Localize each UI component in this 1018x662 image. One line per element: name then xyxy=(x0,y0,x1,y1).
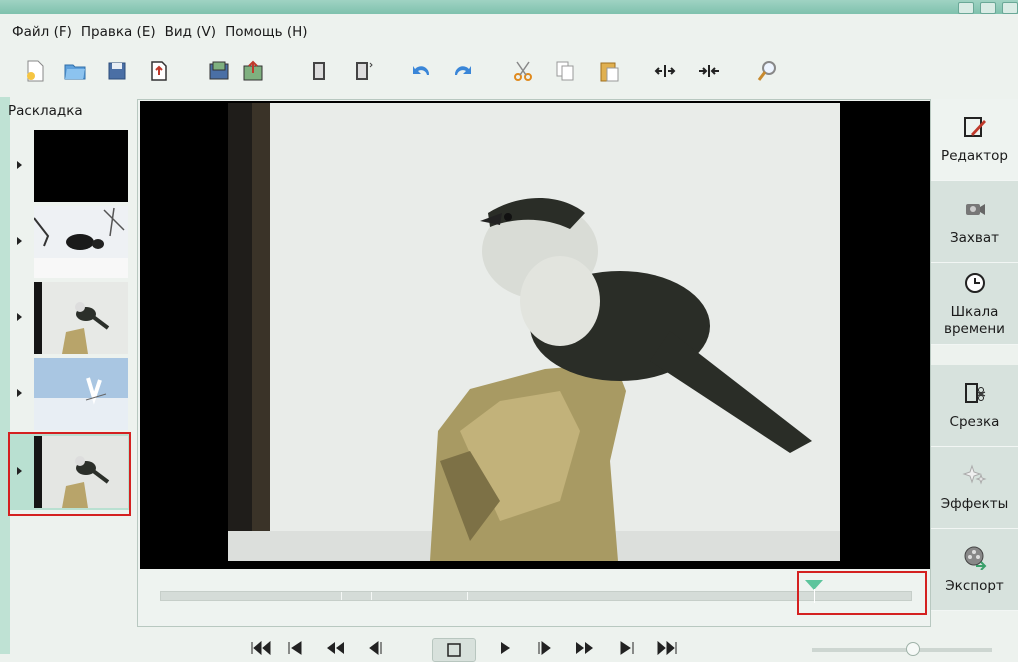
clip-thumbnail-skier xyxy=(34,358,128,430)
video-preview xyxy=(140,101,930,569)
volume-slider[interactable] xyxy=(812,648,992,652)
stop-button[interactable] xyxy=(432,638,476,662)
window-titlebar xyxy=(0,0,1018,14)
storyboard-clip[interactable] xyxy=(10,128,130,204)
scene-marker xyxy=(371,592,372,600)
playhead-highlight xyxy=(797,571,927,615)
maximize-button[interactable] xyxy=(980,2,996,14)
new-document-icon[interactable] xyxy=(22,58,48,84)
redo-icon[interactable] xyxy=(450,58,476,84)
menubar: Файл (F) Правка (E) Вид (V) Помощь (H) xyxy=(0,14,1018,50)
storyboard-label: Раскладка xyxy=(8,103,83,119)
menu-file[interactable]: Файл (F) xyxy=(12,24,72,40)
menu-help[interactable]: Помощь (H) xyxy=(225,24,308,40)
clock-icon xyxy=(962,270,988,296)
clip-thumbnail-bird xyxy=(34,282,128,354)
menu-edit[interactable]: Правка (E) xyxy=(81,24,156,40)
scene-marker xyxy=(341,592,342,600)
open-folder-icon[interactable] xyxy=(62,58,88,84)
copy-icon[interactable] xyxy=(552,58,578,84)
save-icon[interactable] xyxy=(104,58,130,84)
save-frame-icon[interactable] xyxy=(206,58,232,84)
split-scene-icon[interactable] xyxy=(306,58,332,84)
menu-view[interactable]: Вид (V) xyxy=(165,24,216,40)
clip-thumbnail-black xyxy=(34,130,128,202)
tab-timeline[interactable]: Шкала времени xyxy=(931,263,1018,345)
editor-icon xyxy=(962,114,988,140)
join-scene-icon[interactable] xyxy=(350,58,376,84)
export-icon[interactable] xyxy=(146,58,172,84)
paste-icon[interactable] xyxy=(596,58,622,84)
tab-export-label: Экспорт xyxy=(945,578,1004,594)
trim-scissors-icon xyxy=(962,380,988,406)
tab-effects[interactable]: Эффекты xyxy=(931,447,1018,529)
tab-effects-label: Эффекты xyxy=(940,496,1009,512)
export-image-icon[interactable] xyxy=(240,58,266,84)
storyboard-accent xyxy=(0,97,10,654)
contract-icon[interactable] xyxy=(696,58,722,84)
storyboard-clip[interactable] xyxy=(10,356,130,432)
scene-marker xyxy=(467,592,468,600)
cut-icon[interactable] xyxy=(510,58,536,84)
minimize-button[interactable] xyxy=(958,2,974,14)
tab-export[interactable]: Экспорт xyxy=(931,529,1018,611)
expand-arrow-icon[interactable] xyxy=(17,161,22,169)
expand-arrow-icon[interactable] xyxy=(17,389,22,397)
toolbar xyxy=(0,50,1018,94)
storyboard-clip[interactable] xyxy=(10,280,130,356)
tab-editor-label: Редактор xyxy=(941,148,1008,164)
tab-trim[interactable]: Срезка xyxy=(931,365,1018,447)
tab-capture-label: Захват xyxy=(949,230,999,246)
clip-thumbnail-wolverine xyxy=(34,206,128,278)
selected-clip-highlight xyxy=(8,432,131,516)
expand-icon[interactable] xyxy=(652,58,678,84)
storyboard-clip[interactable] xyxy=(10,204,130,280)
effects-sparkle-icon xyxy=(961,462,988,488)
tab-capture[interactable]: Захват xyxy=(931,181,1018,263)
tab-timeline-label: Шкала времени xyxy=(944,303,1005,337)
zoom-icon[interactable] xyxy=(754,58,780,84)
close-button[interactable] xyxy=(1002,2,1018,14)
tab-trim-label: Срезка xyxy=(949,414,1000,430)
expand-arrow-icon[interactable] xyxy=(17,237,22,245)
mode-tabs: Редактор Захват Шкала времени Срезка Эфф… xyxy=(931,99,1018,619)
camera-icon xyxy=(962,196,988,222)
tab-editor[interactable]: Редактор xyxy=(931,99,1018,181)
expand-arrow-icon[interactable] xyxy=(17,313,22,321)
transport-controls xyxy=(240,634,710,662)
undo-icon[interactable] xyxy=(408,58,434,84)
export-reel-icon xyxy=(962,544,988,570)
